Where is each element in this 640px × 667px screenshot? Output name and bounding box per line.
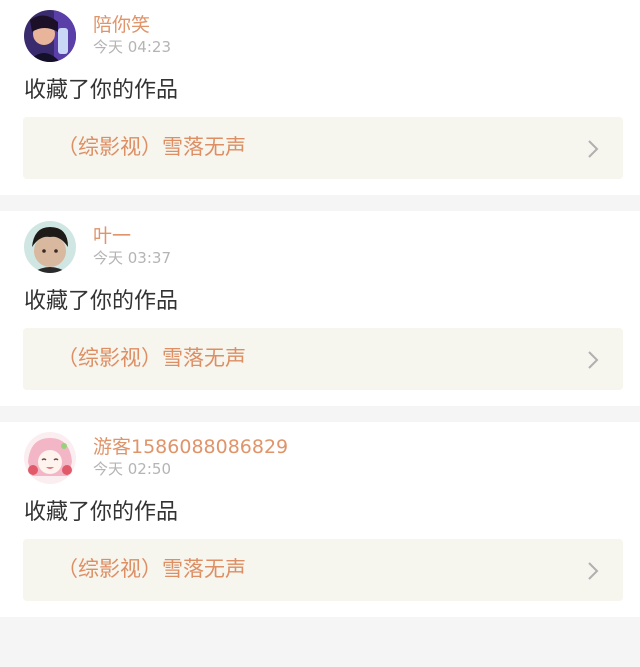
timestamp: 今天 02:50 xyxy=(93,460,171,478)
work-title: （综影视）雪落无声 xyxy=(57,135,246,159)
notification-card: 游客1586088086829 今天 02:50 收藏了你的作品 （综影视）雪落… xyxy=(0,422,640,617)
user-avatar[interactable] xyxy=(24,10,76,62)
username[interactable]: 陪你笑 xyxy=(93,14,150,36)
action-text: 收藏了你的作品 xyxy=(24,78,179,103)
notification-feed: 陪你笑 今天 04:23 收藏了你的作品 （综影视）雪落无声 叶一 今天 03:… xyxy=(0,0,640,617)
work-title: （综影视）雪落无声 xyxy=(57,346,246,370)
timestamp: 今天 04:23 xyxy=(93,38,171,56)
chevron-right-icon xyxy=(588,562,599,580)
user-avatar[interactable] xyxy=(24,221,76,273)
action-text: 收藏了你的作品 xyxy=(24,500,179,525)
action-text: 收藏了你的作品 xyxy=(24,289,179,314)
work-title: （综影视）雪落无声 xyxy=(57,557,246,581)
work-link[interactable]: （综影视）雪落无声 xyxy=(23,328,623,390)
notification-card: 陪你笑 今天 04:23 收藏了你的作品 （综影视）雪落无声 xyxy=(0,0,640,195)
chevron-right-icon xyxy=(588,351,599,369)
user-avatar[interactable] xyxy=(24,432,76,484)
username[interactable]: 游客1586088086829 xyxy=(93,436,288,458)
work-link[interactable]: （综影视）雪落无声 xyxy=(23,117,623,179)
chevron-right-icon xyxy=(588,140,599,158)
work-link[interactable]: （综影视）雪落无声 xyxy=(23,539,623,601)
username[interactable]: 叶一 xyxy=(93,225,131,247)
timestamp: 今天 03:37 xyxy=(93,249,171,267)
notification-card: 叶一 今天 03:37 收藏了你的作品 （综影视）雪落无声 xyxy=(0,211,640,406)
